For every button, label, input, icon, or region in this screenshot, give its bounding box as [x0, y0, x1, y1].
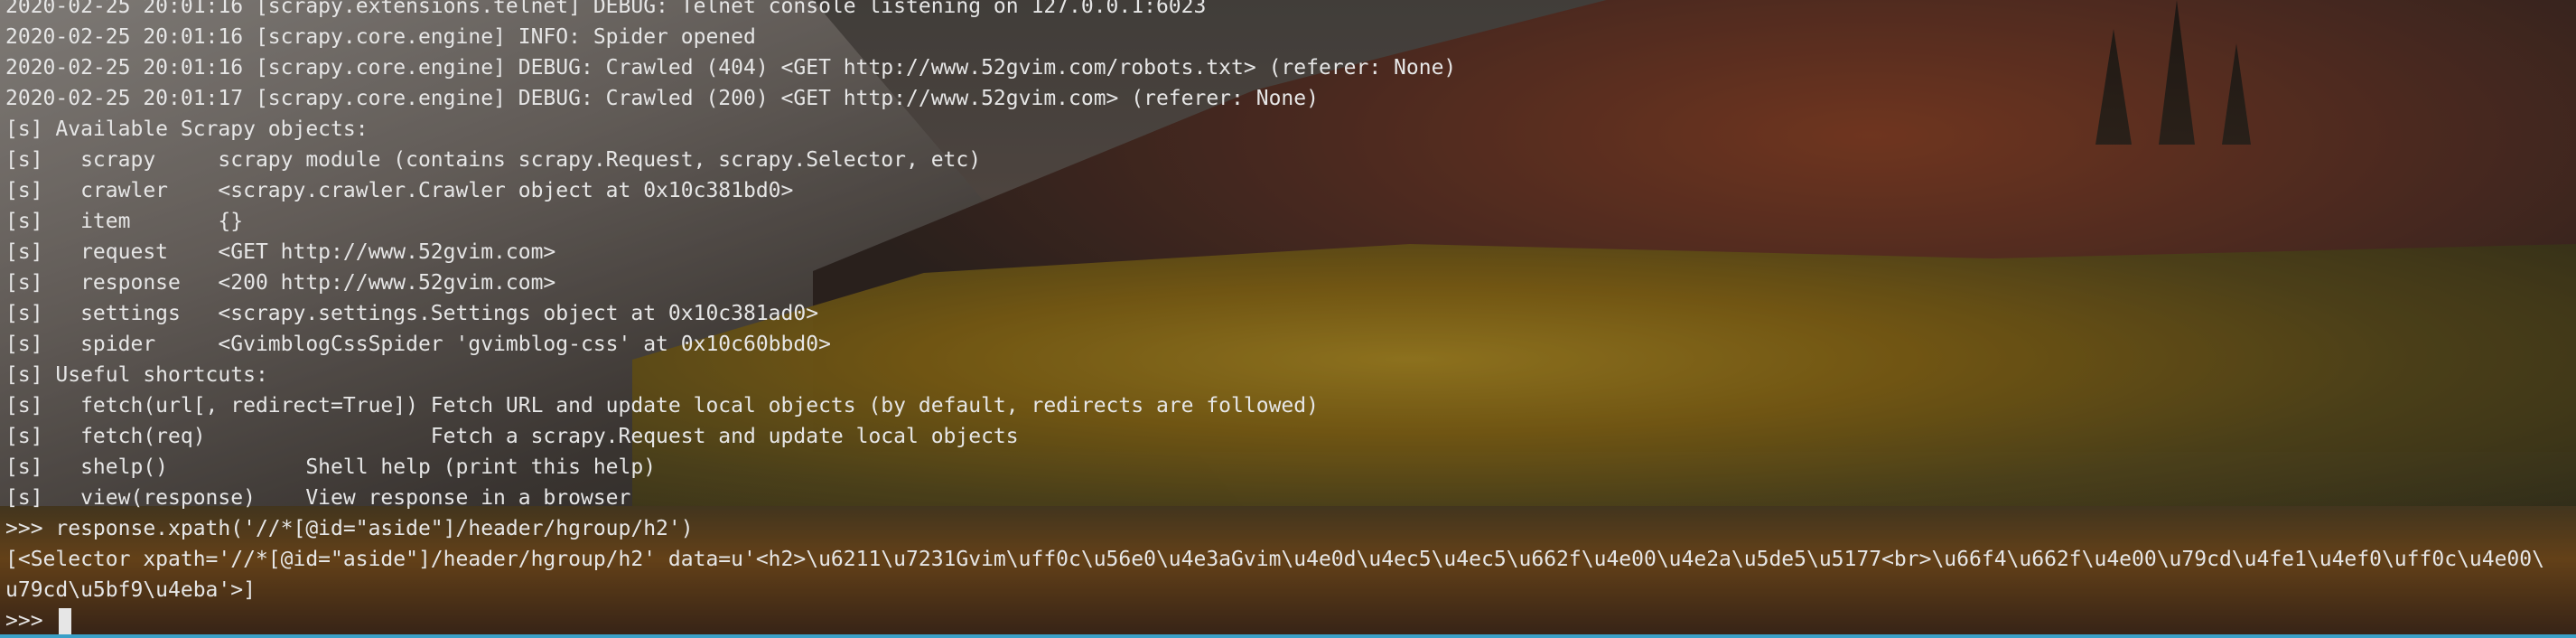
terminal-line: [s] item {}: [5, 210, 244, 233]
terminal-line: [s] view(response) View response in a br…: [5, 486, 631, 510]
terminal-line: [s] fetch(url[, redirect=True]) Fetch UR…: [5, 394, 1319, 418]
text-cursor: [59, 607, 72, 635]
terminal-line: [s] fetch(req) Fetch a scrapy.Request an…: [5, 425, 1019, 448]
shell-prompt: >>>: [5, 609, 56, 633]
terminal-line: [s] Available Scrapy objects:: [5, 117, 369, 141]
terminal-output-line: u79cd\u5bf9\u4eba'>]: [5, 578, 256, 602]
terminal-line: 2020-02-25 20:01:16 [scrapy.extensions.t…: [5, 0, 1207, 18]
terminal-prompt-line[interactable]: >>>: [5, 605, 2576, 636]
terminal-line: [s] response <200 http://www.52gvim.com>: [5, 271, 556, 295]
window-bottom-edge: [0, 634, 2576, 638]
terminal-line: [s] request <GET http://www.52gvim.com>: [5, 240, 556, 264]
terminal-line: 2020-02-25 20:01:17 [scrapy.core.engine]…: [5, 87, 1319, 110]
terminal-line: [s] settings <scrapy.settings.Settings o…: [5, 302, 819, 325]
terminal-line: [s] scrapy scrapy module (contains scrap…: [5, 148, 982, 172]
terminal-command-line: >>> response.xpath('//*[@id="aside"]/hea…: [5, 517, 694, 540]
terminal-line: [s] shelp() Shell help (print this help): [5, 455, 657, 479]
terminal-window[interactable]: 2020-02-25 20:01:16 [scrapy.extensions.t…: [0, 0, 2576, 638]
terminal-line: [s] spider <GvimblogCssSpider 'gvimblog-…: [5, 333, 831, 356]
terminal-line: [s] crawler <scrapy.crawler.Crawler obje…: [5, 179, 794, 202]
terminal-output-line: [<Selector xpath='//*[@id="aside"]/heade…: [5, 548, 2544, 571]
terminal-line: [s] Useful shortcuts:: [5, 363, 268, 387]
terminal-line: 2020-02-25 20:01:16 [scrapy.core.engine]…: [5, 56, 1457, 80]
terminal-line: 2020-02-25 20:01:16 [scrapy.core.engine]…: [5, 25, 756, 49]
